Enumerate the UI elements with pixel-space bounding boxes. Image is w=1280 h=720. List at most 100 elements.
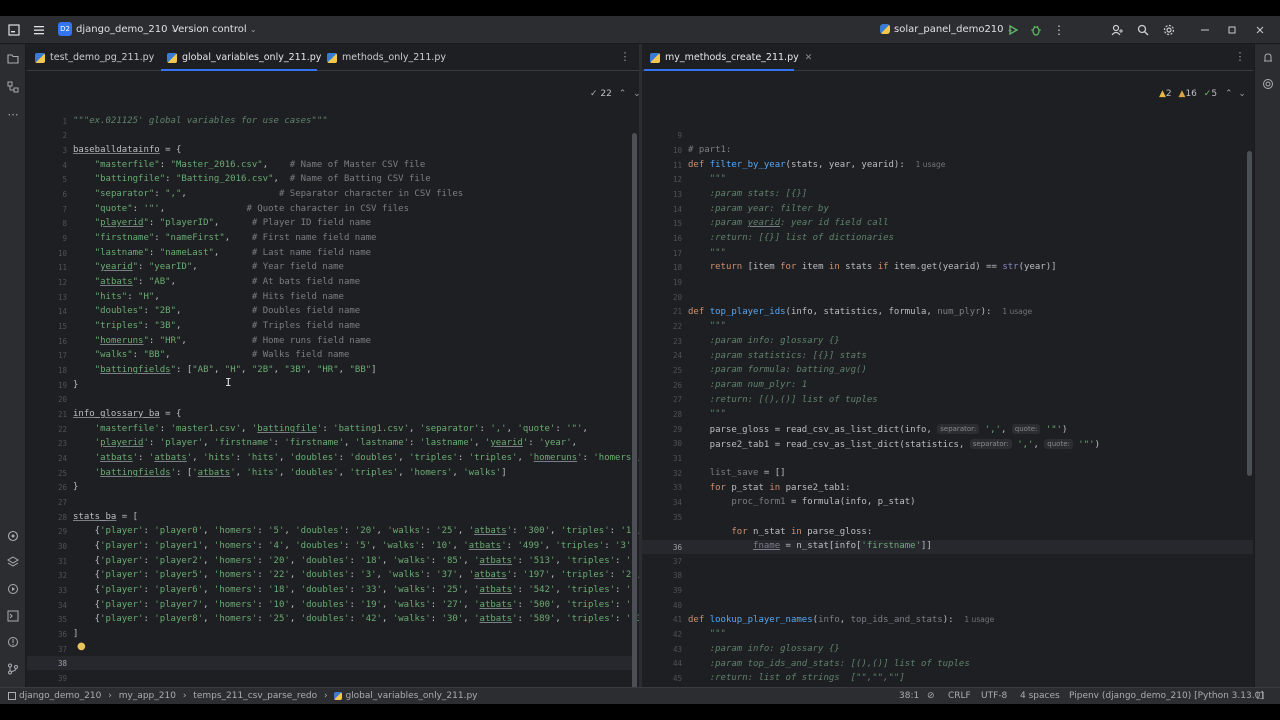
breadcrumb-item[interactable]: global_variables_only_211.py (345, 691, 477, 701)
python-packages-icon[interactable] (3, 526, 23, 546)
vcs-widget[interactable]: Version control ⌄ (172, 16, 257, 44)
run-icon[interactable] (1003, 20, 1023, 40)
terminal-icon[interactable] (3, 606, 23, 626)
line-number: 23 (57, 439, 67, 448)
main-menu-icon[interactable] (29, 20, 49, 40)
more-tools-icon[interactable]: ⋯ (3, 104, 23, 124)
right-tool-strip (1254, 44, 1280, 687)
line-number: 42 (672, 630, 682, 639)
maximize-icon[interactable] (1222, 20, 1242, 40)
services-icon[interactable] (3, 579, 23, 599)
python-interpreter[interactable]: Pipenv (django_demo_210) [Python 3.13.0] (1069, 688, 1264, 704)
code-line: for n_stat in parse_gloss: (731, 527, 873, 537)
close-icon[interactable]: ✕ (805, 53, 813, 63)
more-actions-icon[interactable]: ⋮ (1049, 20, 1069, 40)
line-number: 37 (672, 557, 682, 566)
tab-methods-only[interactable]: methods_only_211.py (321, 44, 461, 71)
text-cursor-icon: I (225, 376, 232, 389)
line-number: 17 (57, 351, 67, 360)
vertical-scrollbar[interactable] (1247, 151, 1252, 476)
line-number: 32 (57, 571, 67, 580)
code-line: ] (73, 629, 79, 639)
chevron-right-icon: › (108, 691, 112, 701)
right-tab-bar: my_methods_create_211.py ✕ ⋮ (642, 44, 1253, 71)
line-number: 9 (677, 131, 682, 140)
code-line: :param yearid: year id field call (709, 218, 889, 228)
run-config-selector[interactable]: solar_panel_demo210 ⌄ (880, 16, 1013, 44)
minimize-icon[interactable] (1195, 20, 1215, 40)
breadcrumb-item[interactable]: temps_211_csv_parse_redo (193, 691, 317, 701)
tab-actions-icon[interactable]: ⋮ (1232, 49, 1248, 65)
folder-icon[interactable] (3, 48, 23, 68)
code-line: "lastname": "nameLast", # Last name fiel… (94, 248, 372, 258)
intention-bulb-icon[interactable]: ● (77, 641, 86, 652)
tab-global-variables[interactable]: global_variables_only_211.py✕ (161, 44, 335, 71)
left-tool-strip: ⋯ (0, 44, 26, 687)
line-number: 44 (672, 659, 682, 668)
line-number: 36 (57, 630, 67, 639)
line-number: 3 (62, 146, 67, 155)
close-icon[interactable] (1250, 20, 1270, 40)
ai-assistant-icon[interactable] (1258, 74, 1278, 94)
code-with-me-icon[interactable] (1107, 20, 1127, 40)
line-number: 14 (672, 205, 682, 214)
tab-my-methods[interactable]: my_methods_create_211.py ✕ (644, 44, 812, 71)
line-number: 41 (672, 615, 682, 624)
tab-actions-icon[interactable]: ⋮ (617, 49, 633, 65)
caret-position[interactable]: 38:1 (899, 688, 919, 704)
python-file-icon (327, 52, 337, 63)
git-branch-icon[interactable] (3, 659, 23, 679)
line-number: 12 (57, 278, 67, 287)
tab-label: global_variables_only_211.py (182, 52, 322, 63)
app-logo-icon[interactable] (4, 20, 24, 40)
project-name: django_demo_210 (76, 24, 168, 35)
code-line: stats_ba = [ (73, 512, 139, 522)
code-line: def lookup_player_names(info, top_ids_an… (688, 615, 995, 625)
code-line: """ (709, 409, 726, 419)
run-config-name: solar_panel_demo210 (894, 24, 1004, 35)
code-line: return [item for item in stats if item.g… (709, 262, 1057, 272)
left-editor-pane: test_demo_pg_211.py global_variables_onl… (27, 44, 639, 687)
line-number: 35 (57, 615, 67, 624)
line-number: 7 (62, 205, 67, 214)
line-number: 4 (62, 161, 67, 170)
project-widget[interactable]: D2 django_demo_210 ⌄ (58, 16, 177, 44)
code-line: 'battingfields': ['atbats', 'hits', 'dou… (94, 468, 507, 478)
line-number: 40 (672, 601, 682, 610)
line-number: 26 (672, 381, 682, 390)
line-number: 15 (57, 322, 67, 331)
code-line: def filter_by_year(stats, year, yearid):… (688, 160, 946, 170)
code-line: fname = n_stat[info['firstname']] (753, 541, 932, 551)
gear-icon[interactable] (1159, 20, 1179, 40)
problems-icon[interactable] (3, 632, 23, 652)
code-line: :return: [{}] list of dictionaries (709, 233, 894, 243)
notifications-icon[interactable] (1258, 48, 1278, 68)
lock-icon[interactable]: □ (1256, 688, 1265, 704)
breadcrumb-item[interactable]: my_app_210 (119, 691, 176, 701)
vertical-scrollbar[interactable] (632, 133, 637, 687)
no-lock-icon[interactable]: ⊘ (927, 688, 935, 704)
file-encoding[interactable]: UTF-8 (981, 688, 1007, 704)
right-code-editor[interactable]: 9 10 11 12 13 14 15 16 17 18 19 20 21 22… (642, 71, 1253, 687)
line-number: 28 (57, 513, 67, 522)
layers-icon[interactable] (3, 552, 23, 572)
code-line: "playerid": "playerID", # Player ID fiel… (94, 218, 372, 228)
chevron-right-icon: › (323, 691, 328, 701)
line-separator[interactable]: CRLF (948, 688, 971, 704)
debug-icon[interactable] (1026, 20, 1046, 40)
line-number: 16 (672, 234, 682, 243)
left-code-editor[interactable]: 1 2 3 4 5 6 7 8 9 10 11 12 13 14 15 16 1… (27, 71, 639, 687)
line-number: 13 (57, 293, 67, 302)
code-line: {'player': 'player7', 'homers': '10', 'd… (73, 600, 639, 610)
search-icon[interactable] (1133, 20, 1153, 40)
structure-icon[interactable] (3, 77, 23, 97)
breadcrumb-item[interactable]: django_demo_210 (19, 691, 101, 701)
line-number: 32 (672, 469, 682, 478)
breadcrumb: django_demo_210 › my_app_210 › temps_211… (8, 688, 478, 704)
indent-setting[interactable]: 4 spaces (1020, 688, 1060, 704)
code-line: """ (709, 629, 726, 639)
python-file-icon (35, 52, 45, 63)
code-line: "battingfields": ["AB", "H", "2B", "3B",… (94, 365, 377, 375)
tab-label: methods_only_211.py (342, 52, 447, 63)
tab-test-demo[interactable]: test_demo_pg_211.py (29, 44, 155, 71)
